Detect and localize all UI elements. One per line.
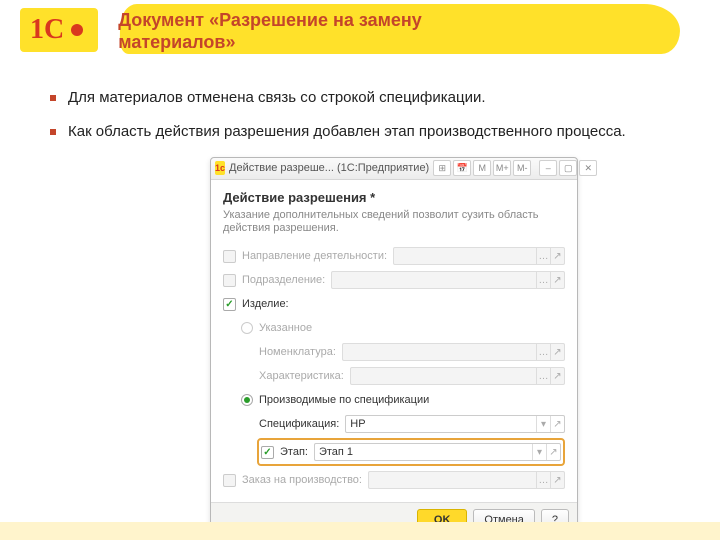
- restore-icon[interactable]: ▢: [559, 160, 577, 176]
- stage-checkbox[interactable]: [261, 446, 274, 459]
- bullet-list: Для материалов отменена связь со строкой…: [50, 88, 670, 143]
- open-icon[interactable]: ↗: [550, 416, 564, 432]
- nomenclature-field: … ↗: [342, 343, 565, 361]
- order-checkbox[interactable]: [223, 474, 236, 487]
- direction-checkbox[interactable]: [223, 250, 236, 263]
- app-window: 1c Действие разреше... (1С:Предприятие) …: [210, 157, 578, 539]
- m-minus-icon[interactable]: M-: [513, 160, 531, 176]
- ellipsis-icon[interactable]: …: [536, 248, 550, 264]
- characteristic-field: … ↗: [350, 367, 565, 385]
- list-item: Как область действия разрешения добавлен…: [50, 122, 670, 142]
- spec-label: Спецификация:: [259, 418, 339, 430]
- dropdown-icon[interactable]: ▾: [536, 416, 550, 432]
- stage-label: Этап:: [280, 446, 308, 458]
- by-spec-label: Производимые по спецификации: [259, 394, 429, 406]
- slide-content: Для материалов отменена связь со строкой…: [0, 66, 720, 538]
- logo-1c: 1C: [20, 8, 98, 52]
- app-logo-icon: 1c: [215, 161, 225, 175]
- highlighted-stage-row: Этап: Этап 1 ▾ ↗: [257, 438, 565, 466]
- ellipsis-icon[interactable]: …: [536, 344, 550, 360]
- open-icon[interactable]: ↗: [546, 444, 560, 460]
- product-label: Изделие:: [242, 298, 289, 310]
- slide-header: 1C Документ «Разрешение на замену матери…: [0, 0, 720, 66]
- characteristic-label: Характеристика:: [259, 370, 344, 382]
- ellipsis-icon[interactable]: …: [536, 472, 550, 488]
- ellipsis-icon[interactable]: …: [536, 272, 550, 288]
- spec-field[interactable]: НР ▾ ↗: [345, 415, 565, 433]
- subdivision-label: Подразделение:: [242, 274, 325, 286]
- slide-title: Документ «Разрешение на замену материало…: [118, 10, 478, 53]
- section-hint: Указание дополнительных сведений позволи…: [223, 209, 565, 237]
- section-title: Действие разрешения *: [223, 190, 565, 205]
- list-item: Для материалов отменена связь со строкой…: [50, 88, 670, 108]
- specified-label: Указанное: [259, 322, 312, 334]
- subdivision-field: … ↗: [331, 271, 565, 289]
- titlebar: 1c Действие разреше... (1С:Предприятие) …: [211, 158, 577, 180]
- open-icon[interactable]: ↗: [550, 472, 564, 488]
- bottom-stripe: [0, 522, 720, 540]
- by-spec-radio[interactable]: [241, 394, 253, 406]
- subdivision-checkbox[interactable]: [223, 274, 236, 287]
- ellipsis-icon[interactable]: …: [536, 368, 550, 384]
- product-checkbox[interactable]: [223, 298, 236, 311]
- order-field: … ↗: [368, 471, 565, 489]
- calc-icon[interactable]: ⊞: [433, 160, 451, 176]
- specified-radio[interactable]: [241, 322, 253, 334]
- direction-label: Направление деятельности:: [242, 250, 387, 262]
- calendar-icon[interactable]: 📅: [453, 160, 471, 176]
- direction-field: … ↗: [393, 247, 565, 265]
- window-title: Действие разреше... (1С:Предприятие): [229, 162, 429, 174]
- sun-icon: [66, 19, 88, 41]
- close-icon[interactable]: ✕: [579, 160, 597, 176]
- open-icon[interactable]: ↗: [550, 368, 564, 384]
- open-icon[interactable]: ↗: [550, 248, 564, 264]
- order-label: Заказ на производство:: [242, 474, 362, 486]
- dropdown-icon[interactable]: ▾: [532, 444, 546, 460]
- m-icon[interactable]: M: [473, 160, 491, 176]
- stage-field[interactable]: Этап 1 ▾ ↗: [314, 443, 561, 461]
- m-plus-icon[interactable]: M+: [493, 160, 511, 176]
- open-icon[interactable]: ↗: [550, 272, 564, 288]
- nomenclature-label: Номенклатура:: [259, 346, 336, 358]
- min-icon[interactable]: –: [539, 160, 557, 176]
- open-icon[interactable]: ↗: [550, 344, 564, 360]
